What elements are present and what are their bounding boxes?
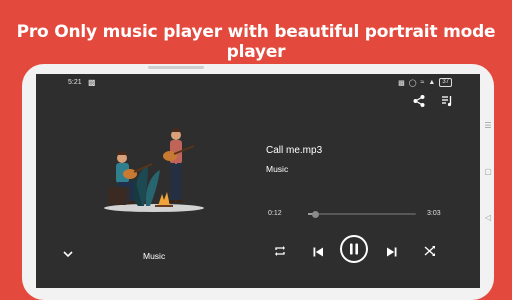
status-icons: ▩ ◯ ≈ ▲ 37 bbox=[398, 78, 452, 87]
back-nav-icon[interactable]: ◁ bbox=[484, 214, 492, 222]
elapsed-time: 0:12 bbox=[268, 210, 282, 217]
share-icon[interactable] bbox=[412, 94, 426, 108]
promo-headline: Pro Only music player with beautiful por… bbox=[16, 22, 496, 62]
pause-icon bbox=[350, 243, 358, 255]
seek-bar[interactable] bbox=[308, 210, 416, 218]
sim-icon: ▩ bbox=[88, 78, 96, 87]
next-icon[interactable] bbox=[385, 245, 399, 259]
menu-nav-icon[interactable]: ☰ bbox=[484, 122, 492, 130]
shuffle-icon[interactable] bbox=[423, 244, 437, 258]
phone-nav-bar: ☰ ▢ ◁ bbox=[484, 118, 494, 238]
phone-speaker bbox=[148, 66, 204, 69]
chevron-down-icon[interactable] bbox=[62, 248, 74, 260]
pause-button[interactable] bbox=[340, 235, 368, 263]
status-bar: 5:21 ▩ ▩ ◯ ≈ ▲ 37 bbox=[36, 74, 480, 92]
track-artist: Music bbox=[266, 164, 289, 174]
alarm-icon: ◯ bbox=[408, 79, 417, 87]
queue-icon[interactable] bbox=[440, 94, 454, 108]
signal-icon: ▲ bbox=[428, 79, 436, 86]
notification-icon: ▩ bbox=[398, 79, 405, 87]
previous-icon[interactable] bbox=[311, 245, 325, 259]
total-duration: 3:03 bbox=[427, 210, 441, 217]
album-art-illustration bbox=[98, 122, 210, 222]
repeat-icon[interactable] bbox=[273, 244, 287, 258]
seek-bar-thumb[interactable] bbox=[311, 210, 319, 218]
track-title: Call me.mp3 bbox=[266, 145, 323, 156]
home-nav-icon[interactable]: ▢ bbox=[484, 168, 492, 176]
player-screen: 5:21 ▩ ▩ ◯ ≈ ▲ 37 Call me.mp3 Music 0:12… bbox=[36, 74, 480, 288]
battery-icon: 37 bbox=[439, 78, 452, 87]
status-time: 5:21 bbox=[68, 79, 82, 86]
now-playing-label: Music bbox=[143, 251, 166, 261]
wifi-icon: ≈ bbox=[420, 79, 425, 86]
